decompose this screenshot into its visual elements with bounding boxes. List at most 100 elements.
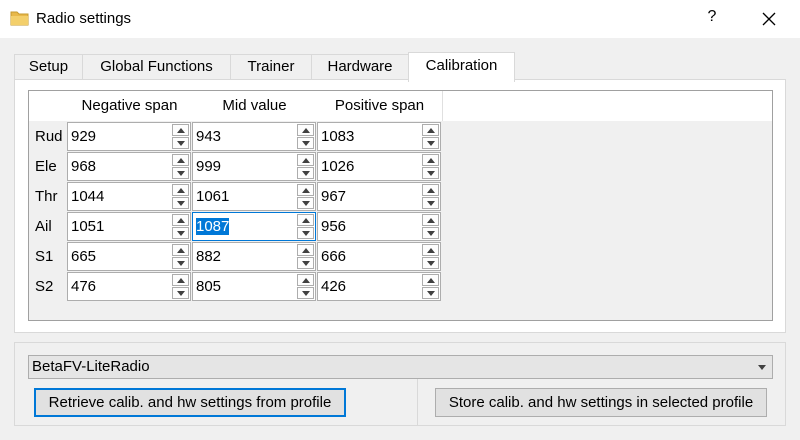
arrow-down-icon bbox=[302, 201, 310, 206]
arrow-down-icon bbox=[427, 231, 435, 236]
spin-up-button[interactable] bbox=[422, 244, 439, 256]
tab-global-functions[interactable]: Global Functions bbox=[82, 54, 231, 81]
spin-down-button[interactable] bbox=[422, 287, 439, 299]
s1-negative-span-spinbox[interactable]: 665 bbox=[67, 242, 191, 271]
arrow-up-icon bbox=[427, 188, 435, 193]
calibration-panel: Negative span Mid value Positive span Ru… bbox=[14, 79, 786, 333]
arrow-up-icon bbox=[427, 278, 435, 283]
s2-mid-value-spinbox[interactable]: 805 bbox=[192, 272, 316, 301]
column-header-mid-value: Mid value bbox=[192, 91, 318, 121]
spin-up-button[interactable] bbox=[297, 184, 314, 196]
spin-down-button[interactable] bbox=[422, 167, 439, 179]
ele-positive-span-spinbox[interactable]: 1026 bbox=[317, 152, 441, 181]
row-label-ele: Ele bbox=[35, 158, 57, 175]
s1-positive-span-spinbox[interactable]: 666 bbox=[317, 242, 441, 271]
arrow-down-icon bbox=[177, 141, 185, 146]
spin-up-button[interactable] bbox=[297, 124, 314, 136]
arrow-down-icon bbox=[427, 171, 435, 176]
spin-down-button[interactable] bbox=[172, 257, 189, 269]
ele-negative-span-spinbox[interactable]: 968 bbox=[67, 152, 191, 181]
thr-mid-value-spinbox[interactable]: 1061 bbox=[192, 182, 316, 211]
tab-calibration[interactable]: Calibration bbox=[408, 52, 515, 82]
s2-negative-span-spinbox[interactable]: 476 bbox=[67, 272, 191, 301]
arrow-down-icon bbox=[302, 231, 310, 236]
spin-up-button[interactable] bbox=[172, 124, 189, 136]
spin-down-button[interactable] bbox=[172, 287, 189, 299]
arrow-down-icon bbox=[427, 261, 435, 266]
spin-up-button[interactable] bbox=[422, 184, 439, 196]
close-icon[interactable] bbox=[758, 8, 780, 30]
spin-up-button[interactable] bbox=[422, 274, 439, 286]
thr-positive-span-spinbox[interactable]: 967 bbox=[317, 182, 441, 211]
spin-up-button[interactable] bbox=[172, 274, 189, 286]
ail-negative-span-spinbox[interactable]: 1051 bbox=[67, 212, 191, 241]
spin-down-button[interactable] bbox=[422, 197, 439, 209]
arrow-down-icon bbox=[427, 291, 435, 296]
spin-down-button[interactable] bbox=[297, 227, 314, 239]
row-label-rud: Rud bbox=[35, 128, 63, 145]
arrow-up-icon bbox=[302, 248, 310, 253]
tab-trainer[interactable]: Trainer bbox=[230, 54, 312, 81]
column-header-positive-span: Positive span bbox=[317, 91, 443, 121]
retrieve-settings-button[interactable]: Retrieve calib. and hw settings from pro… bbox=[34, 388, 346, 417]
tab-hardware[interactable]: Hardware bbox=[311, 54, 409, 81]
selected-text: 1087 bbox=[196, 218, 230, 235]
spin-down-button[interactable] bbox=[172, 167, 189, 179]
calibration-table: Negative span Mid value Positive span Ru… bbox=[28, 90, 773, 321]
arrow-up-icon bbox=[427, 128, 435, 133]
spin-down-button[interactable] bbox=[297, 287, 314, 299]
spin-down-button[interactable] bbox=[422, 137, 439, 149]
rud-mid-value-spinbox[interactable]: 943 bbox=[192, 122, 316, 151]
arrow-down-icon bbox=[302, 141, 310, 146]
arrow-up-icon bbox=[177, 218, 185, 223]
profile-select[interactable]: BetaFV-LiteRadio bbox=[28, 355, 773, 379]
arrow-down-icon bbox=[302, 261, 310, 266]
spin-up-button[interactable] bbox=[172, 214, 189, 226]
spin-down-button[interactable] bbox=[422, 257, 439, 269]
spin-down-button[interactable] bbox=[297, 257, 314, 269]
spin-down-button[interactable] bbox=[297, 137, 314, 149]
arrow-up-icon bbox=[302, 188, 310, 193]
store-settings-button[interactable]: Store calib. and hw settings in selected… bbox=[435, 388, 767, 417]
spin-up-button[interactable] bbox=[422, 214, 439, 226]
spin-up-button[interactable] bbox=[297, 274, 314, 286]
spin-up-button[interactable] bbox=[172, 244, 189, 256]
arrow-up-icon bbox=[177, 248, 185, 253]
arrow-up-icon bbox=[302, 158, 310, 163]
row-label-s1: S1 bbox=[35, 248, 54, 265]
row-label-thr: Thr bbox=[35, 188, 58, 205]
help-button[interactable]: ? bbox=[703, 8, 721, 30]
spin-down-button[interactable] bbox=[172, 137, 189, 149]
rud-positive-span-spinbox[interactable]: 1083 bbox=[317, 122, 441, 151]
spin-up-button[interactable] bbox=[297, 154, 314, 166]
thr-negative-span-spinbox[interactable]: 1044 bbox=[67, 182, 191, 211]
arrow-up-icon bbox=[177, 278, 185, 283]
spin-down-button[interactable] bbox=[422, 227, 439, 239]
arrow-up-icon bbox=[427, 218, 435, 223]
s2-positive-span-spinbox[interactable]: 426 bbox=[317, 272, 441, 301]
ail-positive-span-spinbox[interactable]: 956 bbox=[317, 212, 441, 241]
spin-up-button[interactable] bbox=[297, 244, 314, 256]
arrow-down-icon bbox=[427, 141, 435, 146]
ele-mid-value-spinbox[interactable]: 999 bbox=[192, 152, 316, 181]
arrow-up-icon bbox=[302, 218, 310, 223]
spin-up-button[interactable] bbox=[422, 124, 439, 136]
rud-negative-span-spinbox[interactable]: 929 bbox=[67, 122, 191, 151]
arrow-down-icon bbox=[427, 201, 435, 206]
arrow-down-icon bbox=[177, 171, 185, 176]
ail-mid-value-spinbox[interactable]: 1087 bbox=[192, 212, 316, 241]
spin-up-button[interactable] bbox=[422, 154, 439, 166]
spin-up-button[interactable] bbox=[297, 214, 314, 226]
divider bbox=[417, 379, 418, 425]
spin-down-button[interactable] bbox=[172, 197, 189, 209]
arrow-down-icon bbox=[177, 291, 185, 296]
spin-up-button[interactable] bbox=[172, 154, 189, 166]
spin-down-button[interactable] bbox=[297, 167, 314, 179]
spin-down-button[interactable] bbox=[172, 227, 189, 239]
tab-setup[interactable]: Setup bbox=[14, 54, 83, 81]
arrow-up-icon bbox=[177, 128, 185, 133]
row-label-ail: Ail bbox=[35, 218, 52, 235]
spin-down-button[interactable] bbox=[297, 197, 314, 209]
spin-up-button[interactable] bbox=[172, 184, 189, 196]
s1-mid-value-spinbox[interactable]: 882 bbox=[192, 242, 316, 271]
